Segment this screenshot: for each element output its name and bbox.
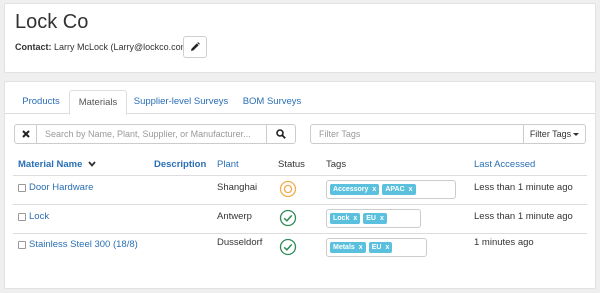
material-plant: Dusseldorf	[217, 237, 263, 248]
column-header-plant[interactable]: Plant	[217, 159, 239, 170]
row-tags-field[interactable]: Metals x EU x	[326, 238, 427, 257]
tag-chip: EU x	[368, 242, 393, 253]
edit-contact-button[interactable]	[183, 36, 207, 58]
tag-label: EU	[366, 215, 376, 222]
search-icon	[276, 129, 286, 139]
last-accessed: 1 minutes ago	[474, 237, 534, 248]
header-card: Lock Co Contact: Larry McLock (Larry@loc…	[4, 3, 596, 73]
header-divider	[13, 175, 587, 176]
column-header-status: Status	[278, 159, 305, 170]
row-tags-field[interactable]: Accessory x APAC x	[326, 180, 456, 199]
tag-chip: APAC x	[382, 184, 416, 195]
material-name-link[interactable]: Door Hardware	[29, 182, 93, 193]
tag-chip: Metals x	[330, 242, 366, 253]
column-header-material-name[interactable]: Material Name	[18, 159, 96, 170]
tag-label: Lock	[333, 215, 350, 222]
filter-tags-group: Filter Tags	[310, 124, 586, 144]
filter-tags-dropdown[interactable]: Filter Tags	[523, 124, 586, 144]
tag-chip: EU x	[363, 213, 387, 224]
material-plant: Shanghai	[217, 182, 258, 193]
check-circle-icon	[279, 209, 297, 227]
tab-materials[interactable]: Materials	[69, 90, 127, 115]
tag-label: EU	[371, 244, 382, 251]
column-header-description[interactable]: Description	[154, 159, 206, 170]
last-accessed: Less than 1 minute ago	[474, 211, 573, 222]
tab-supplier-level-surveys[interactable]: Supplier-level Surveys	[131, 90, 231, 114]
search-button[interactable]	[266, 124, 296, 144]
tag-label: Accessory	[333, 186, 369, 193]
row-checkbox[interactable]	[18, 184, 26, 192]
contact-label: Contact:	[15, 42, 52, 52]
column-header-tags: Tags	[326, 159, 347, 170]
row-checkbox[interactable]	[18, 241, 26, 249]
chevron-down-icon	[88, 161, 96, 168]
check-circle-icon	[279, 238, 297, 256]
row-divider	[13, 233, 587, 234]
material-name-link[interactable]: Lock	[29, 211, 49, 222]
row-divider	[13, 204, 587, 205]
caret-down-icon	[573, 133, 580, 137]
material-plant: Antwerp	[217, 211, 252, 222]
remove-tag-icon[interactable]: x	[380, 215, 384, 222]
tag-label: APAC	[385, 186, 405, 193]
row-tags-field[interactable]: Lock x EU x	[326, 209, 421, 228]
materials-card: Products Materials Supplier-level Survey…	[4, 81, 596, 289]
search-group	[14, 124, 297, 144]
pencil-icon	[191, 42, 200, 51]
contact-row: Contact: Larry McLock (Larry@lockco.com)	[15, 42, 191, 52]
clear-search-button[interactable]	[14, 124, 37, 144]
remove-tag-icon[interactable]: x	[359, 244, 363, 251]
filter-tags-input[interactable]	[310, 124, 524, 144]
column-header-material-name-label: Material Name	[18, 159, 83, 170]
material-name-link[interactable]: Stainless Steel 300 (18/8)	[29, 239, 138, 250]
tab-bom-surveys[interactable]: BOM Surveys	[237, 90, 307, 114]
company-title: Lock Co	[15, 11, 89, 33]
last-accessed: Less than 1 minute ago	[474, 182, 573, 193]
remove-tag-icon[interactable]: x	[353, 215, 357, 222]
contact-value: Larry McLock (Larry@lockco.com)	[54, 42, 192, 52]
remove-tag-icon[interactable]: x	[409, 186, 413, 193]
row-checkbox[interactable]	[18, 213, 26, 221]
tab-bar: Products Materials Supplier-level Survey…	[5, 90, 595, 115]
column-header-last-accessed[interactable]: Last Accessed	[474, 159, 535, 170]
times-icon	[21, 130, 30, 138]
circle-pending-icon	[279, 180, 297, 198]
tag-label: Metals	[333, 244, 355, 251]
tag-chip: Lock x	[330, 213, 361, 224]
remove-tag-icon[interactable]: x	[372, 186, 376, 193]
search-input[interactable]	[36, 124, 267, 144]
tag-chip: Accessory x	[330, 184, 380, 195]
remove-tag-icon[interactable]: x	[385, 244, 389, 251]
tab-products[interactable]: Products	[13, 90, 69, 114]
filter-tags-dropdown-label: Filter Tags	[529, 129, 572, 139]
